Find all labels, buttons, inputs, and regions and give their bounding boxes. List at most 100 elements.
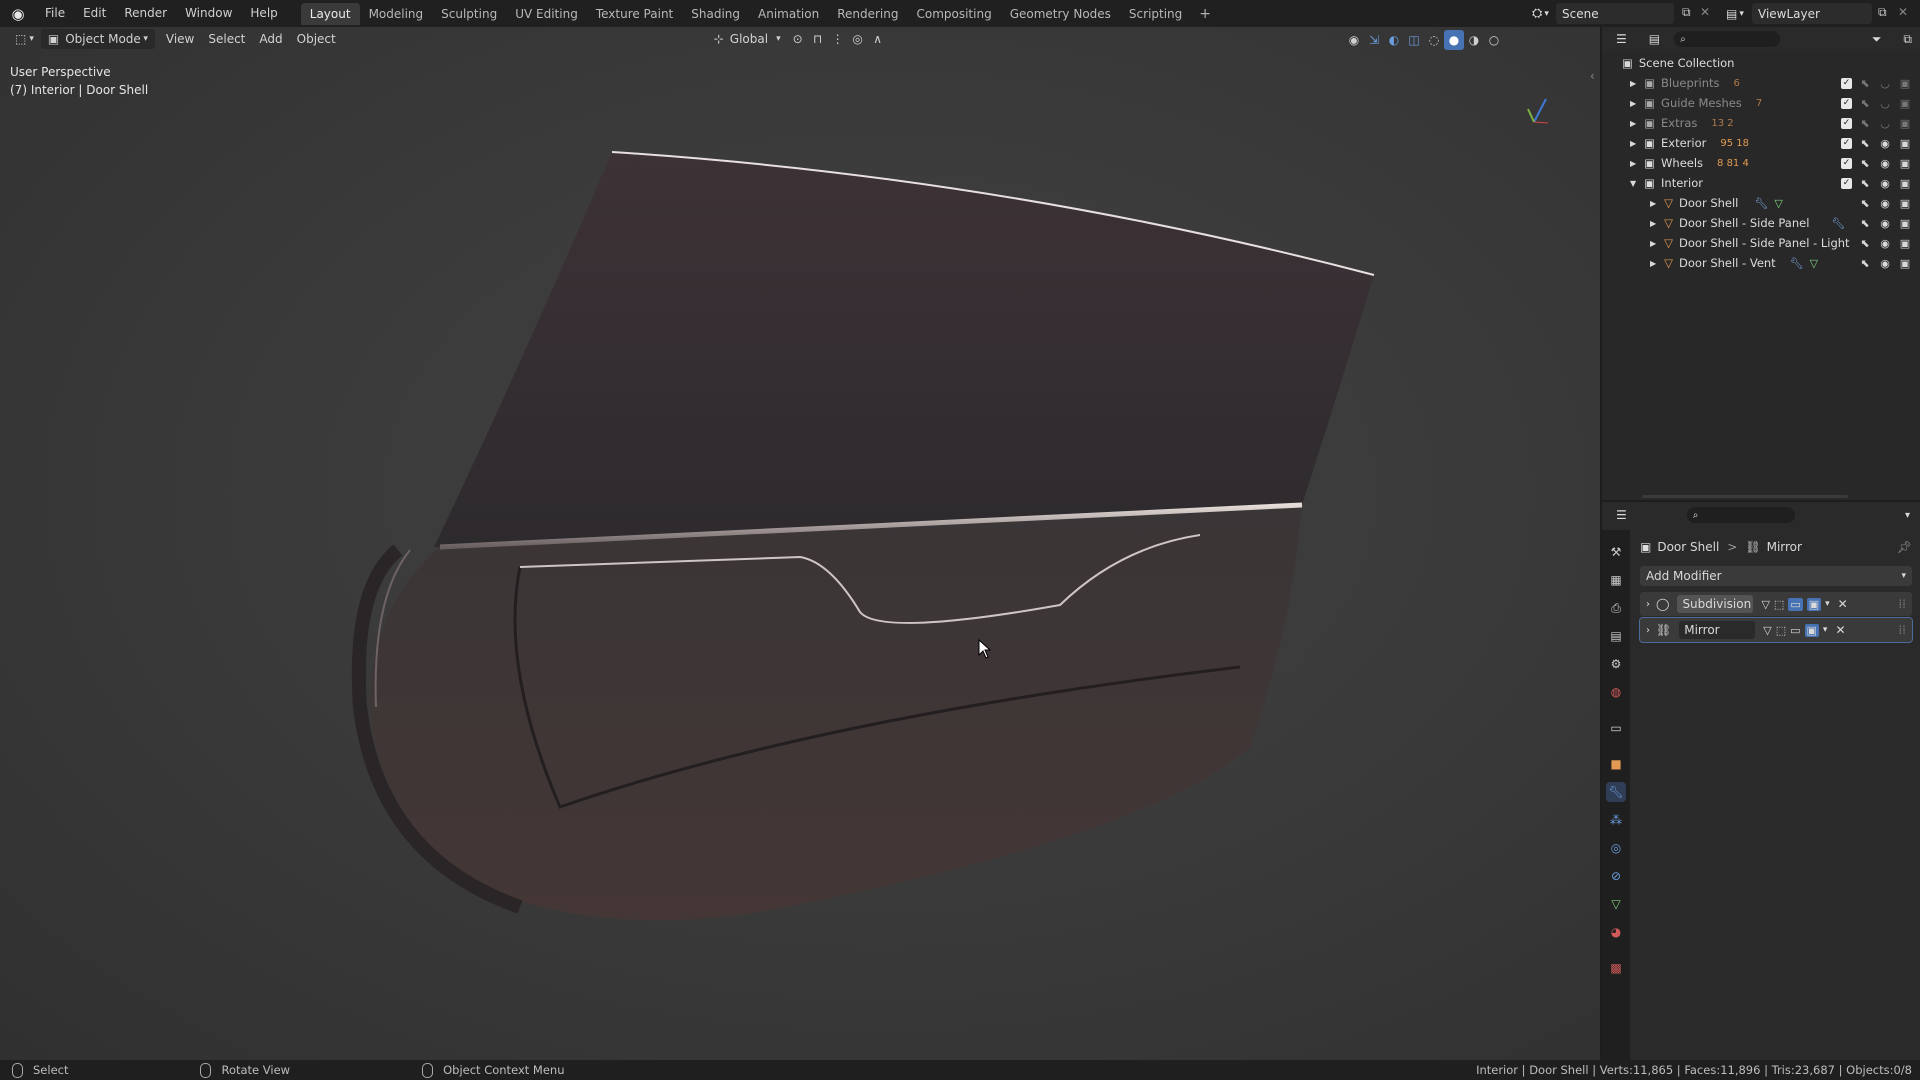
edit-mode-toggle-icon[interactable]: ▽ <box>1763 624 1771 637</box>
output-tab-icon[interactable]: ⎙ <box>1606 598 1626 618</box>
render-toggle-icon[interactable]: ▣ <box>1804 623 1819 637</box>
outliner-item-exterior[interactable]: ▶ ▣ Exterior 95 18 ✓ ⬉ ◉ ▣ <box>1602 133 1920 153</box>
modifier-wrench-icon[interactable]: 🔧︎ <box>1790 257 1804 270</box>
expand-arrow-icon[interactable]: ▶ <box>1630 99 1636 108</box>
modifier-name-field[interactable]: Mirror <box>1679 621 1756 639</box>
eye-icon[interactable]: ◉ <box>1878 257 1892 270</box>
modifier-panel-mirror[interactable]: › ⛓ Mirror ▽ ⬚ ▭ ▣ ▾ ✕ ⁞⁞ <box>1639 617 1913 643</box>
constraints-tab-icon[interactable]: ⊘ <box>1606 866 1626 886</box>
tab-sculpting[interactable]: Sculpting <box>432 3 506 25</box>
drag-handle-icon[interactable]: ⁞⁞ <box>1898 597 1906 611</box>
exclude-checkbox[interactable]: ✓ <box>1841 97 1852 109</box>
camera-icon[interactable]: ▣ <box>1898 137 1912 150</box>
modifier-name-field[interactable]: Subdivision <box>1677 595 1754 613</box>
select-icon[interactable]: ⬉ <box>1858 117 1872 130</box>
texture-tab-icon[interactable]: ▩ <box>1606 958 1626 978</box>
particles-tab-icon[interactable]: ⁂ <box>1606 810 1626 830</box>
tab-modeling[interactable]: Modeling <box>360 3 433 25</box>
camera-icon[interactable]: ▣ <box>1898 117 1912 130</box>
eye-icon[interactable]: ◉ <box>1878 157 1892 170</box>
view-layer-tab-icon[interactable]: ▤ <box>1606 626 1626 646</box>
select-icon[interactable]: ⬉ <box>1858 197 1872 210</box>
blender-logo-icon[interactable]: ◉ <box>0 5 36 23</box>
viewlayer-field[interactable]: ViewLayer <box>1752 3 1872 24</box>
world-tab-icon[interactable]: ◍ <box>1606 682 1626 702</box>
tab-texture-paint[interactable]: Texture Paint <box>587 3 682 25</box>
filter-icon[interactable]: ⏷ <box>1872 32 1882 47</box>
viewport-toggle-icon[interactable]: ▭ <box>1790 624 1800 637</box>
outliner-item-door-shell[interactable]: ▶ ▽ Door Shell 🔧︎ ▽ ⬉ ◉ ▣ <box>1602 193 1920 213</box>
select-icon[interactable]: ⬉ <box>1858 177 1872 190</box>
new-viewlayer-icon[interactable]: ⧉ <box>1878 5 1887 20</box>
select-icon[interactable]: ⬉ <box>1858 97 1872 110</box>
door-shell-model[interactable] <box>0 27 1600 1060</box>
camera-icon[interactable]: ▣ <box>1898 97 1912 110</box>
chevron-down-icon[interactable]: ▾ <box>1825 599 1830 609</box>
scene-tab-icon[interactable]: ⚙ <box>1606 654 1626 674</box>
close-icon[interactable]: ✕ <box>1838 597 1848 611</box>
tab-rendering[interactable]: Rendering <box>828 3 907 25</box>
display-mode-icon[interactable]: ▤ <box>1649 32 1660 46</box>
eye-icon[interactable]: ◉ <box>1878 177 1892 190</box>
eye-closed-icon[interactable]: ◡ <box>1878 117 1892 130</box>
editor-type-icon[interactable]: ☰ <box>1616 32 1627 46</box>
render-toggle-icon[interactable]: ▣ <box>1806 597 1822 611</box>
mesh-data-icon[interactable]: ▽ <box>1810 257 1818 270</box>
camera-icon[interactable]: ▣ <box>1898 197 1912 210</box>
select-icon[interactable]: ⬉ <box>1858 217 1872 230</box>
tab-uv-editing[interactable]: UV Editing <box>506 3 587 25</box>
expand-arrow-icon[interactable]: ▶ <box>1650 219 1656 228</box>
add-workspace-button[interactable]: + <box>1191 6 1219 22</box>
close-icon[interactable]: ✕ <box>1835 623 1845 637</box>
select-icon[interactable]: ⬉ <box>1858 237 1872 250</box>
expand-arrow-icon[interactable]: › <box>1646 625 1650 636</box>
select-icon[interactable]: ⬉ <box>1858 157 1872 170</box>
add-modifier-dropdown[interactable]: Add Modifier ▾ <box>1640 566 1912 586</box>
eye-icon[interactable]: ◉ <box>1878 137 1892 150</box>
tab-animation[interactable]: Animation <box>749 3 828 25</box>
object-tab-icon[interactable]: ■ <box>1606 754 1626 774</box>
select-icon[interactable]: ⬉ <box>1858 137 1872 150</box>
outliner-item-wheels[interactable]: ▶ ▣ Wheels 8 81 4 ✓ ⬉ ◉ ▣ <box>1602 153 1920 173</box>
tab-compositing[interactable]: Compositing <box>907 3 1000 25</box>
outliner-item-interior[interactable]: ▼ ▣ Interior ✓ ⬉ ◉ ▣ <box>1602 173 1920 193</box>
chevron-down-icon[interactable]: ▾ <box>1905 510 1910 521</box>
drag-handle-icon[interactable]: ⁞⁞ <box>1898 623 1906 637</box>
collapse-arrow-icon[interactable]: ▼ <box>1630 179 1636 188</box>
scene-field[interactable]: Scene <box>1556 3 1674 24</box>
menu-help[interactable]: Help <box>241 0 286 27</box>
outliner-item-door-shell-vent[interactable]: ▶ ▽ Door Shell - Vent 🔧︎ ▽ ⬉ ◉ ▣ <box>1602 253 1920 273</box>
collection-tab-icon[interactable]: ▭ <box>1606 718 1626 738</box>
delete-scene-icon[interactable]: ✕ <box>1700 5 1710 19</box>
expand-arrow-icon[interactable]: › <box>1646 599 1650 610</box>
modifier-tab-icon[interactable]: 🔧︎ <box>1606 782 1626 802</box>
expand-arrow-icon[interactable]: ▶ <box>1630 119 1636 128</box>
outliner-item-blueprints[interactable]: ▶ ▣ Blueprints 6 ✓ ⬉ ◡ ▣ <box>1602 73 1920 93</box>
tab-geometry-nodes[interactable]: Geometry Nodes <box>1001 3 1120 25</box>
outliner-search-input[interactable]: ⌕ <box>1674 31 1781 47</box>
tab-layout[interactable]: Layout <box>300 2 360 25</box>
camera-icon[interactable]: ▣ <box>1898 237 1912 250</box>
outliner-item-door-shell-side-panel-light[interactable]: ▶ ▽ Door Shell - Side Panel - Light ⬉ ◉ ▣ <box>1602 233 1920 253</box>
mesh-data-icon[interactable]: ▽ <box>1774 197 1782 210</box>
new-collection-icon[interactable]: ⧉ <box>1903 32 1912 47</box>
modifier-wrench-icon[interactable]: 🔧︎ <box>1754 197 1768 210</box>
physics-tab-icon[interactable]: ◎ <box>1606 838 1626 858</box>
menu-render[interactable]: Render <box>115 0 176 27</box>
outliner-item-door-shell-side-panel[interactable]: ▶ ▽ Door Shell - Side Panel 🔧︎ ⬉ ◉ ▣ <box>1602 213 1920 233</box>
outliner-scrollbar[interactable] <box>1642 495 1848 498</box>
expand-arrow-icon[interactable]: ▶ <box>1630 159 1636 168</box>
exclude-checkbox[interactable]: ✓ <box>1841 157 1852 169</box>
outliner-item-extras[interactable]: ▶ ▣ Extras 13 2 ✓ ⬉ ◡ ▣ <box>1602 113 1920 133</box>
camera-icon[interactable]: ▣ <box>1898 77 1912 90</box>
3d-viewport[interactable]: ⬚ ▾ ▣ Object Mode ▾ View Select Add Objec… <box>0 27 1600 1060</box>
camera-icon[interactable]: ▣ <box>1898 177 1912 190</box>
exclude-checkbox[interactable]: ✓ <box>1841 77 1852 89</box>
tab-shading[interactable]: Shading <box>682 3 749 25</box>
select-icon[interactable]: ⬉ <box>1858 257 1872 270</box>
viewport-toggle-icon[interactable]: ▭ <box>1788 597 1803 611</box>
cage-toggle-icon[interactable]: ⬚ <box>1774 598 1784 611</box>
delete-viewlayer-icon[interactable]: ✕ <box>1898 5 1908 19</box>
modifier-wrench-icon[interactable]: 🔧︎ <box>1831 217 1845 230</box>
mesh-data-tab-icon[interactable]: ▽ <box>1606 894 1626 914</box>
